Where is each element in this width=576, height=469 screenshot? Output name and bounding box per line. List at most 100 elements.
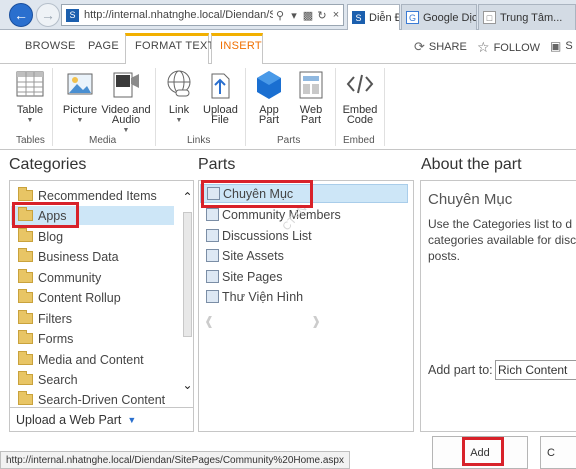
google-translate-icon: G [406,11,419,24]
list-icon [207,187,220,200]
embed-code-button[interactable]: Embed Code [341,68,379,126]
chevron-down-icon[interactable]: ⌄ [181,378,194,392]
table-icon [16,71,44,97]
save-action[interactable]: ▣ S [550,39,573,53]
part-site-pages[interactable]: Site Pages [206,267,282,286]
video-audio-button[interactable]: Video and Audio ▼ [100,68,152,136]
category-label: Media and Content [38,352,144,367]
embed-code-icon [346,74,374,94]
arrow-right-icon: → [41,7,55,23]
cancel-button-label: C [547,446,555,459]
upload-file-button[interactable]: Upload File [200,68,240,126]
picture-button[interactable]: Picture ▼ [60,68,100,126]
category-filters[interactable]: Filters [18,309,72,328]
description-line: Use the Categories list to d [428,217,573,231]
upload-web-part-button[interactable]: Upload a Web Part ▼ [9,408,194,432]
tab-page[interactable]: PAGE [88,40,119,52]
tab-label: Google Dịch [423,11,477,24]
category-label: Content Rollup [38,290,121,305]
add-part-to-select[interactable]: Rich Content [495,360,576,380]
folder-icon [18,391,33,405]
previous-page-icon[interactable]: ❰ [204,314,214,328]
category-label: Blog [38,229,64,244]
category-media-and-content[interactable]: Media and Content [18,350,144,369]
chevron-down-icon: ▼ [26,117,34,124]
browser-tab-google-translate[interactable]: G Google Dịch [401,4,477,30]
category-label: Recommended Items [38,188,157,203]
upload-web-part-label: Upload a Web Part [16,412,122,427]
status-bar: http://internal.nhatnghe.local/Diendan/S… [0,451,350,469]
part-community-members[interactable]: Community Members [206,205,341,224]
browser-tab-forum[interactable]: S Diễn Đà... [347,4,400,30]
close-icon[interactable]: × [329,9,343,21]
category-label: Apps [38,208,67,223]
part-chuyen-muc[interactable]: Chuyên Mục [200,184,408,203]
search-icon[interactable]: ⚲ [273,9,287,22]
status-url: http://internal.nhatnghe.local/Diendan/S… [6,454,344,466]
table-button[interactable]: Table ▼ [14,68,46,126]
upload-file-label: Upload File [203,104,238,126]
browser-tab-trung-tam[interactable]: □ Trung Tâm... [478,4,576,30]
refresh-icon[interactable]: ↻ [315,9,329,22]
category-forms[interactable]: Forms [18,329,73,348]
cancel-button[interactable]: C [540,436,576,469]
part-site-assets[interactable]: Site Assets [206,246,284,265]
scrollbar-thumb[interactable] [183,212,192,337]
tab-browse[interactable]: BROWSE [25,40,76,52]
tab-label: Trung Tâm... [500,11,563,24]
category-blog[interactable]: Blog [18,227,63,246]
tab-insert[interactable]: INSERT [220,40,262,52]
part-discussions-list[interactable]: Discussions List [206,226,312,245]
description-line: categories available for disc [428,233,576,247]
triangle-down-icon: ▼ [127,414,137,425]
dropdown-icon[interactable]: ▾ [287,9,301,22]
group-media: Media [89,135,117,146]
add-button[interactable]: Add [432,436,528,469]
link-label: Link [168,104,190,116]
category-search-driven-content[interactable]: Search-Driven Content [18,390,165,409]
video-icon [113,72,139,98]
back-button[interactable]: ← [9,3,33,27]
part-label: Site Assets [222,248,284,263]
group-tables: Tables [16,135,45,146]
star-icon: ☆ [477,39,490,55]
share-action[interactable]: ⟳ SHARE [414,39,467,55]
group-links: Links [187,135,211,146]
category-recommended-items[interactable]: Recommended Items [18,186,157,205]
app-part-button[interactable]: App Part [252,68,286,126]
link-icon [167,70,191,97]
next-page-icon[interactable]: ❱ [311,314,321,328]
category-label: Search [38,372,78,387]
forward-button[interactable]: → [36,3,60,27]
save-label: S [565,40,573,52]
app-part-label: App Part [258,104,280,126]
chevron-down-icon: ▼ [175,117,183,124]
category-label: Business Data [38,249,119,264]
folder-icon [18,269,33,283]
chevron-up-icon[interactable]: ⌃ [181,190,194,204]
ribbon-tab-bar: BROWSE PAGE FORMAT TEXT INSERT ⟳ SHARE ☆… [0,31,576,65]
category-business-data[interactable]: Business Data [18,247,119,266]
folder-icon [18,187,33,201]
categories-scrollbar[interactable]: ⌃ ⌄ [181,182,194,406]
link-button[interactable]: Link ▼ [162,68,196,126]
browser-toolbar: ← → S http://internal.nhatnghe.local/Die… [0,0,576,30]
address-bar[interactable]: S http://internal.nhatnghe.local/Diendan… [61,4,344,26]
part-thu-vien-hinh[interactable]: Thư Viện Hình [206,287,303,306]
category-apps[interactable]: Apps [11,206,174,225]
add-button-label: Add [470,446,490,459]
category-community[interactable]: Community [18,268,101,287]
pages-icon [206,270,219,283]
category-search[interactable]: Search [18,370,78,389]
image-library-icon [206,290,219,303]
follow-action[interactable]: ☆ FOLLOW [477,39,540,56]
web-part-icon [299,71,323,99]
tab-format-text[interactable]: FORMAT TEXT [135,40,215,52]
category-content-rollup[interactable]: Content Rollup [18,288,121,307]
category-label: Forms [38,331,74,346]
web-part-button[interactable]: Web Part [294,68,328,126]
picture-label: Picture [62,104,98,116]
group-divider [384,68,385,146]
group-embed: Embed [343,135,375,146]
tab-label: Diễn Đà... [369,11,399,24]
